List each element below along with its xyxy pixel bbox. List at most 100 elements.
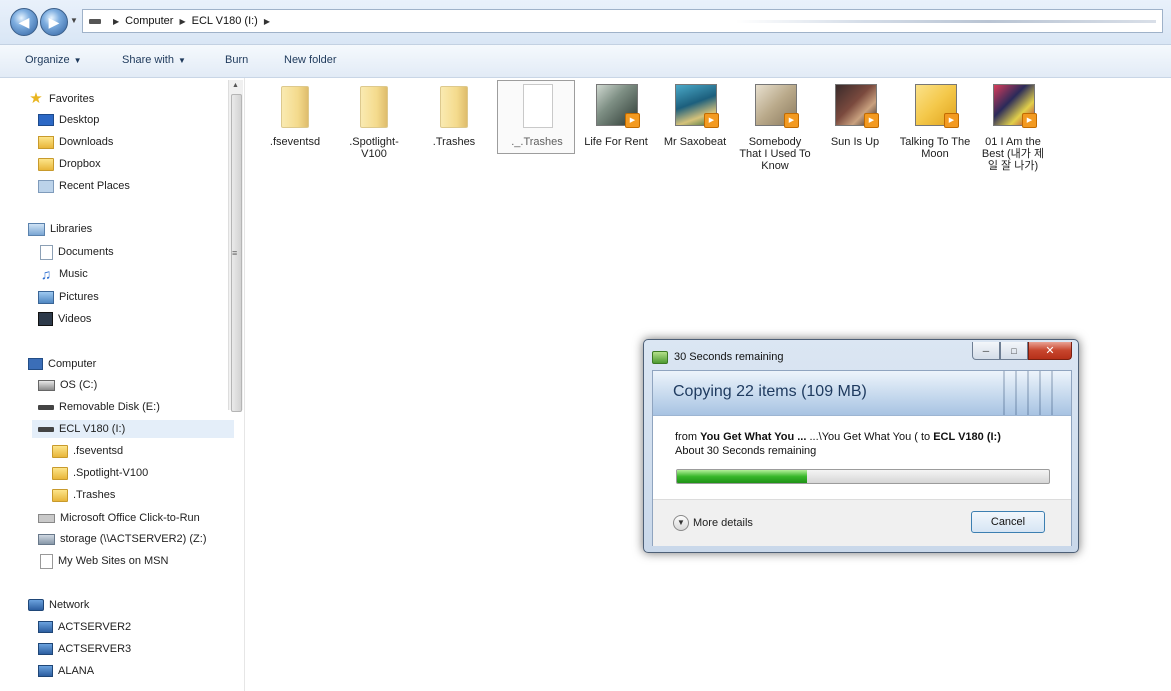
banner-decoration bbox=[993, 371, 1063, 415]
nav-label: Downloads bbox=[59, 136, 114, 148]
play-badge-icon: ▶ bbox=[944, 113, 959, 128]
nav-libraries[interactable]: Libraries bbox=[28, 220, 92, 238]
nav-alana[interactable]: ALANA bbox=[38, 662, 94, 680]
organize-button[interactable]: Organize ▼ bbox=[25, 54, 82, 66]
back-button[interactable]: ◀ bbox=[10, 8, 38, 36]
play-badge-icon: ▶ bbox=[1022, 113, 1037, 128]
time-remaining: About 30 Seconds remaining bbox=[675, 445, 817, 457]
breadcrumb-separator-icon[interactable]: ▶ bbox=[179, 17, 185, 26]
nav-recent-places[interactable]: Recent Places bbox=[38, 177, 130, 195]
forward-arrow-icon: ▶ bbox=[48, 14, 60, 30]
nav-office-click-to-run[interactable]: Microsoft Office Click-to-Run bbox=[38, 509, 200, 527]
nav-storage-z[interactable]: storage (\\ACTSERVER2) (Z:) bbox=[38, 530, 207, 548]
file-item[interactable]: .Spotlight-V100 bbox=[338, 82, 410, 160]
play-badge-icon: ▶ bbox=[864, 113, 879, 128]
burn-button[interactable]: Burn bbox=[225, 54, 248, 66]
file-name: Life For Rent bbox=[584, 136, 648, 148]
file-item[interactable]: ▶ 01 I Am the Best (내가 제일 잘 나가) bbox=[977, 82, 1049, 172]
nav-actserver3[interactable]: ACTSERVER3 bbox=[38, 640, 131, 658]
nav-ecl-v180[interactable]: ECL V180 (I:) bbox=[32, 420, 234, 438]
address-bar: ◀ ▶ ▼ ▶ Computer ▶ ECL V180 (I:) ▶ bbox=[0, 0, 1171, 45]
file-item[interactable]: ▶ Sun Is Up bbox=[819, 82, 891, 148]
nav-desktop[interactable]: Desktop bbox=[38, 111, 99, 129]
copy-icon bbox=[652, 350, 668, 364]
minimize-icon: ─ bbox=[982, 345, 990, 356]
network-icon bbox=[28, 599, 44, 611]
desktop-icon bbox=[38, 114, 54, 126]
file-item[interactable]: ▶ Mr Saxobeat bbox=[659, 82, 731, 148]
file-name: Somebody That I Used To Know bbox=[739, 136, 811, 172]
nav-label: ALANA bbox=[58, 665, 95, 677]
folder-icon bbox=[360, 86, 388, 128]
play-badge-icon: ▶ bbox=[704, 113, 719, 128]
nav-label: Microsoft Office Click-to-Run bbox=[60, 512, 200, 524]
scroll-up-arrow-icon[interactable]: ▲ bbox=[232, 82, 239, 89]
nav-label: .Trashes bbox=[73, 489, 116, 501]
nav-label: Desktop bbox=[59, 114, 100, 126]
play-badge-icon: ▶ bbox=[784, 113, 799, 128]
nav-actserver2[interactable]: ACTSERVER2 bbox=[38, 618, 131, 636]
file-item[interactable]: .fseventsd bbox=[259, 82, 331, 148]
nav-label: Removable Disk (E:) bbox=[59, 401, 160, 413]
address-field[interactable]: ▶ Computer ▶ ECL V180 (I:) ▶ bbox=[82, 9, 1163, 33]
nav-label: ACTSERVER3 bbox=[58, 643, 132, 655]
nav-os-c[interactable]: OS (C:) bbox=[38, 376, 97, 394]
breadcrumb-separator-icon[interactable]: ▶ bbox=[113, 17, 119, 26]
more-details-label: More details bbox=[693, 517, 753, 529]
close-icon: ✕ bbox=[1045, 345, 1055, 357]
nav-label: Computer bbox=[48, 358, 97, 370]
downloads-folder-icon bbox=[38, 135, 54, 149]
dialog-body: Copying 22 items (109 MB) from You Get W… bbox=[652, 370, 1072, 546]
dialog-title-bar: 30 Seconds remaining bbox=[652, 348, 783, 366]
cancel-button[interactable]: Cancel bbox=[971, 511, 1045, 533]
nav-label: Favorites bbox=[49, 93, 95, 105]
libraries-icon bbox=[28, 222, 45, 236]
nav-scrollbar[interactable]: ▲ ≡ bbox=[228, 80, 243, 412]
close-button[interactable]: ✕ bbox=[1028, 342, 1072, 360]
file-item[interactable]: .Trashes bbox=[418, 82, 490, 148]
nav-videos[interactable]: Videos bbox=[38, 310, 91, 328]
breadcrumb-ecl-v180[interactable]: ECL V180 (I:) bbox=[192, 15, 258, 27]
file-item-selected[interactable]: ._.Trashes bbox=[497, 80, 575, 154]
nav-label: ECL V180 (I:) bbox=[59, 423, 126, 435]
nav-music[interactable]: ♫ Music bbox=[38, 265, 88, 283]
file-name: .Spotlight-V100 bbox=[349, 136, 399, 160]
breadcrumb-computer[interactable]: Computer bbox=[125, 15, 173, 27]
more-details-toggle[interactable]: ▼ More details bbox=[673, 515, 753, 531]
maximize-button[interactable]: □ bbox=[1000, 342, 1028, 360]
forward-button[interactable]: ▶ bbox=[40, 8, 68, 36]
nav-removable-disk[interactable]: Removable Disk (E:) bbox=[38, 398, 160, 416]
nav-spotlight[interactable]: .Spotlight-V100 bbox=[52, 464, 148, 482]
nav-label: Pictures bbox=[59, 291, 99, 303]
nav-computer[interactable]: Computer bbox=[28, 355, 96, 373]
progress-fill bbox=[677, 470, 808, 483]
nav-network[interactable]: Network bbox=[28, 596, 89, 614]
recent-pages-chevron-icon[interactable]: ▼ bbox=[70, 16, 78, 25]
page-icon bbox=[40, 553, 53, 569]
organize-label: Organize bbox=[25, 54, 70, 66]
nav-downloads[interactable]: Downloads bbox=[38, 133, 113, 151]
nav-pictures[interactable]: Pictures bbox=[38, 288, 99, 306]
nav-documents[interactable]: Documents bbox=[38, 243, 114, 261]
new-folder-button[interactable]: New folder bbox=[284, 54, 337, 66]
computer-icon bbox=[38, 621, 53, 633]
nav-dropbox[interactable]: Dropbox bbox=[38, 155, 101, 173]
breadcrumb-separator-icon[interactable]: ▶ bbox=[264, 17, 270, 26]
play-badge-icon: ▶ bbox=[625, 113, 640, 128]
maximize-icon: □ bbox=[1011, 345, 1017, 356]
file-item[interactable]: ▶ Somebody That I Used To Know bbox=[739, 82, 811, 172]
folder-icon bbox=[281, 86, 309, 128]
nav-trashes[interactable]: .Trashes bbox=[52, 486, 115, 504]
drive-icon bbox=[38, 513, 55, 523]
file-item[interactable]: ▶ Talking To The Moon bbox=[899, 82, 971, 160]
nav-fseventsd[interactable]: .fseventsd bbox=[52, 442, 123, 460]
share-with-button[interactable]: Share with ▼ bbox=[122, 54, 186, 66]
source-path: ...\You Get What You ( to bbox=[809, 431, 931, 443]
folder-icon bbox=[440, 86, 468, 128]
nav-label: Network bbox=[49, 599, 90, 611]
file-item[interactable]: ▶ Life For Rent bbox=[580, 82, 652, 148]
nav-msn-sites[interactable]: My Web Sites on MSN bbox=[38, 552, 168, 570]
nav-label: My Web Sites on MSN bbox=[58, 555, 169, 567]
minimize-button[interactable]: ─ bbox=[972, 342, 1000, 360]
nav-favorites[interactable]: ★ Favorites bbox=[28, 90, 94, 108]
